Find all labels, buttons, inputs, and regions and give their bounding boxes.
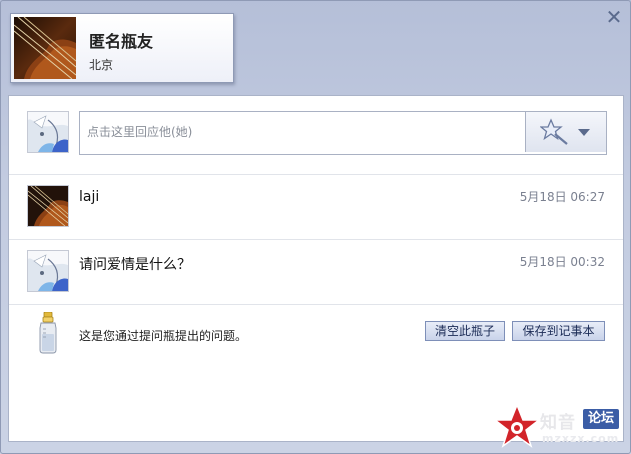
watermark-badge: 论坛 — [582, 408, 621, 430]
message-time: 5月18日 06:27 — [519, 190, 605, 204]
chevron-down-icon — [578, 129, 590, 136]
message-avatar — [27, 250, 69, 292]
reply-row — [9, 96, 623, 175]
watermark-text: 知音 — [540, 413, 576, 433]
message-text: 请问爱情是什么？ — [79, 257, 191, 273]
anime-avatar-icon — [28, 251, 68, 291]
reply-input[interactable] — [80, 112, 521, 152]
anime-avatar-icon — [28, 112, 68, 152]
save-to-notepad-button[interactable]: 保存到记事本 — [512, 321, 605, 341]
magic-wand-icon — [540, 118, 568, 145]
message-time: 5月18日 00:32 — [519, 255, 605, 269]
sender-name: 匿名瓶友 — [89, 32, 154, 51]
message-avatar — [27, 185, 69, 227]
sender-city: 北京 — [89, 58, 114, 72]
reply-box — [79, 111, 607, 155]
message-text: laji — [79, 189, 100, 205]
forum-watermark: 知音 论坛 mzxzx.com — [494, 404, 629, 452]
violin-avatar-icon — [28, 186, 68, 226]
footer-info-text: 这是您通过提问瓶提出的问题。 — [79, 329, 248, 343]
message-row: 请问爱情是什么？ 5月18日 00:32 — [9, 240, 623, 305]
my-avatar — [27, 111, 69, 153]
clear-bottle-button[interactable]: 清空此瓶子 — [425, 321, 505, 341]
message-row: laji 5月18日 06:27 — [9, 175, 623, 240]
close-icon: ✕ — [605, 5, 623, 29]
bottle-icon — [39, 312, 57, 354]
emoji-picker-button[interactable] — [525, 112, 606, 152]
conversation-panel: laji 5月18日 06:27 请问爱情是什么？ 5月18日 00:32 — [8, 95, 624, 442]
watermark-url: mzxzx.com — [542, 432, 620, 445]
violin-avatar-icon — [14, 17, 76, 79]
footer-row: 这是您通过提问瓶提出的问题。 清空此瓶子 保存到记事本 — [9, 304, 623, 364]
close-button[interactable]: ✕ — [605, 5, 623, 29]
star-logo-icon — [494, 404, 540, 448]
sender-card: 匿名瓶友 北京 — [10, 13, 234, 83]
